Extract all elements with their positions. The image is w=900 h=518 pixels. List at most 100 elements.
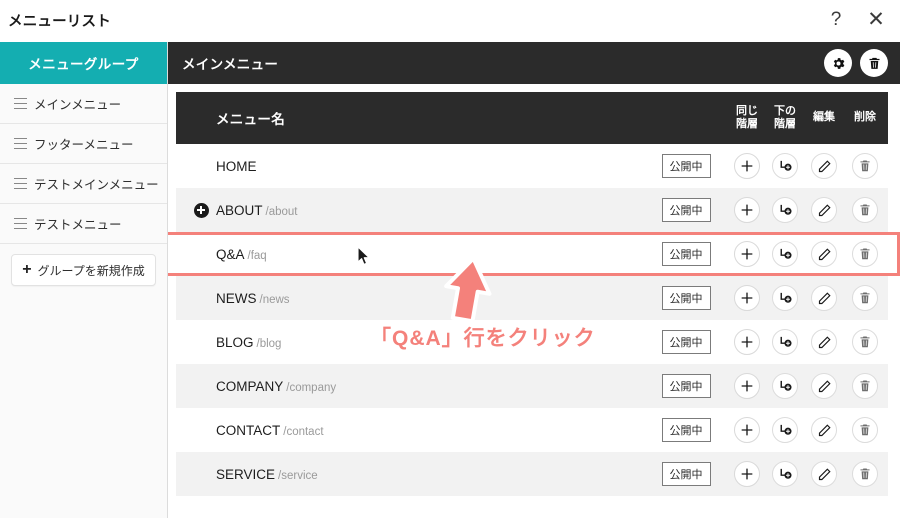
edit-row-button[interactable] — [811, 197, 837, 223]
column-header-lower-level-line1: 下の — [774, 104, 796, 117]
add-lower-level-button[interactable] — [772, 373, 798, 399]
table-row[interactable]: CONTACT/contact 公開中 — [176, 408, 888, 452]
row-status-cell: 公開中 — [652, 329, 720, 355]
window-controls: ? ✕ — [824, 6, 888, 32]
delete-row-button[interactable] — [852, 241, 878, 267]
create-new-group-button[interactable]: + グループを新規作成 — [11, 254, 156, 286]
status-badge[interactable]: 公開中 — [661, 373, 711, 399]
sidebar-item-test-main-menu[interactable]: テストメインメニュー — [0, 164, 167, 204]
settings-button[interactable] — [824, 49, 852, 77]
trash-icon — [860, 292, 870, 304]
row-edit-cell — [804, 241, 844, 267]
edit-row-button[interactable] — [811, 285, 837, 311]
delete-row-button[interactable] — [852, 417, 878, 443]
table-row[interactable]: HOME 公開中 — [176, 144, 888, 188]
row-name-text: ABOUT — [216, 202, 263, 218]
delete-row-button[interactable] — [852, 285, 878, 311]
table-row[interactable]: SERVICE/service 公開中 — [176, 452, 888, 496]
pencil-icon — [818, 203, 831, 216]
hamburger-icon — [14, 218, 27, 229]
edit-row-button[interactable] — [811, 461, 837, 487]
row-status-cell: 公開中 — [652, 373, 720, 399]
trash-icon — [869, 57, 879, 69]
add-lower-level-button[interactable] — [772, 417, 798, 443]
trash-icon — [860, 380, 870, 392]
row-add-same-level-cell — [728, 197, 766, 223]
status-badge[interactable]: 公開中 — [661, 241, 711, 267]
column-header-lower-level: 下の 階層 — [766, 105, 804, 132]
add-sublevel-icon — [780, 424, 792, 435]
add-lower-level-button[interactable] — [772, 241, 798, 267]
sidebar-item-label: フッターメニュー — [34, 138, 134, 152]
sidebar-item-label: テストメインメニュー — [34, 178, 159, 192]
delete-row-button[interactable] — [852, 153, 878, 179]
table-row[interactable]: ABOUT/about 公開中 — [176, 188, 888, 232]
edit-row-button[interactable] — [811, 417, 837, 443]
table-row[interactable]: Q&A/faq 公開中 — [168, 232, 900, 276]
add-sublevel-icon — [780, 380, 792, 391]
row-status-cell: 公開中 — [652, 241, 720, 267]
column-header-same-level-line2: 階層 — [736, 118, 758, 130]
edit-row-button[interactable] — [811, 153, 837, 179]
expand-toggle-icon[interactable] — [193, 202, 209, 218]
delete-row-button[interactable] — [852, 373, 878, 399]
trash-icon — [860, 204, 870, 216]
add-sublevel-icon — [780, 160, 792, 171]
row-delete-cell — [844, 329, 886, 355]
sidebar-item-footer-menu[interactable]: フッターメニュー — [0, 124, 167, 164]
status-badge[interactable]: 公開中 — [661, 153, 711, 179]
menu-table: メニュー名 同じ 階層 下の 階層 編集 削除 HOME 公開中 ABOUT/abo… — [168, 84, 900, 496]
add-same-level-button[interactable] — [734, 153, 760, 179]
row-name: HOME — [214, 159, 652, 174]
plus-icon — [741, 204, 753, 216]
add-same-level-button[interactable] — [734, 241, 760, 267]
row-name: NEWS/news — [214, 291, 652, 306]
delete-group-button[interactable] — [860, 49, 888, 77]
add-same-level-button[interactable] — [734, 461, 760, 487]
row-expander[interactable] — [188, 202, 214, 218]
status-badge[interactable]: 公開中 — [661, 329, 711, 355]
row-name-text: SERVICE — [216, 466, 276, 482]
add-same-level-button[interactable] — [734, 417, 760, 443]
add-lower-level-button[interactable] — [772, 285, 798, 311]
sidebar-item-test-menu[interactable]: テストメニュー — [0, 204, 167, 244]
sidebar-item-label: テストメニュー — [34, 218, 122, 232]
row-name: CONTACT/contact — [214, 423, 652, 438]
help-icon[interactable]: ? — [824, 6, 848, 32]
sidebar-item-main-menu[interactable]: メインメニュー — [0, 84, 167, 124]
table-row[interactable]: BLOG/blog 公開中 — [176, 320, 888, 364]
table-row[interactable]: COMPANY/company 公開中 — [176, 364, 888, 408]
row-edit-cell — [804, 153, 844, 179]
add-sublevel-icon — [780, 248, 792, 259]
delete-row-button[interactable] — [852, 461, 878, 487]
row-edit-cell — [804, 373, 844, 399]
plus-icon — [741, 248, 753, 260]
row-add-lower-level-cell — [766, 197, 804, 223]
add-same-level-button[interactable] — [734, 373, 760, 399]
edit-row-button[interactable] — [811, 373, 837, 399]
status-badge[interactable]: 公開中 — [661, 285, 711, 311]
edit-row-button[interactable] — [811, 241, 837, 267]
add-same-level-button[interactable] — [734, 197, 760, 223]
row-delete-cell — [844, 461, 886, 487]
status-badge[interactable]: 公開中 — [661, 417, 711, 443]
add-lower-level-button[interactable] — [772, 153, 798, 179]
sidebar-item-label: メインメニュー — [34, 98, 122, 112]
add-same-level-button[interactable] — [734, 285, 760, 311]
table-row[interactable]: NEWS/news 公開中 — [176, 276, 888, 320]
add-lower-level-button[interactable] — [772, 197, 798, 223]
add-sublevel-icon — [780, 292, 792, 303]
add-lower-level-button[interactable] — [772, 329, 798, 355]
delete-row-button[interactable] — [852, 197, 878, 223]
close-icon[interactable]: ✕ — [864, 6, 888, 32]
row-slug-text: /company — [286, 381, 337, 394]
status-badge[interactable]: 公開中 — [661, 197, 711, 223]
row-slug-text: /blog — [256, 337, 282, 350]
edit-row-button[interactable] — [811, 329, 837, 355]
add-same-level-button[interactable] — [734, 329, 760, 355]
delete-row-button[interactable] — [852, 329, 878, 355]
status-badge[interactable]: 公開中 — [661, 461, 711, 487]
row-delete-cell — [844, 197, 886, 223]
add-lower-level-button[interactable] — [772, 461, 798, 487]
hamburger-icon — [14, 98, 27, 109]
